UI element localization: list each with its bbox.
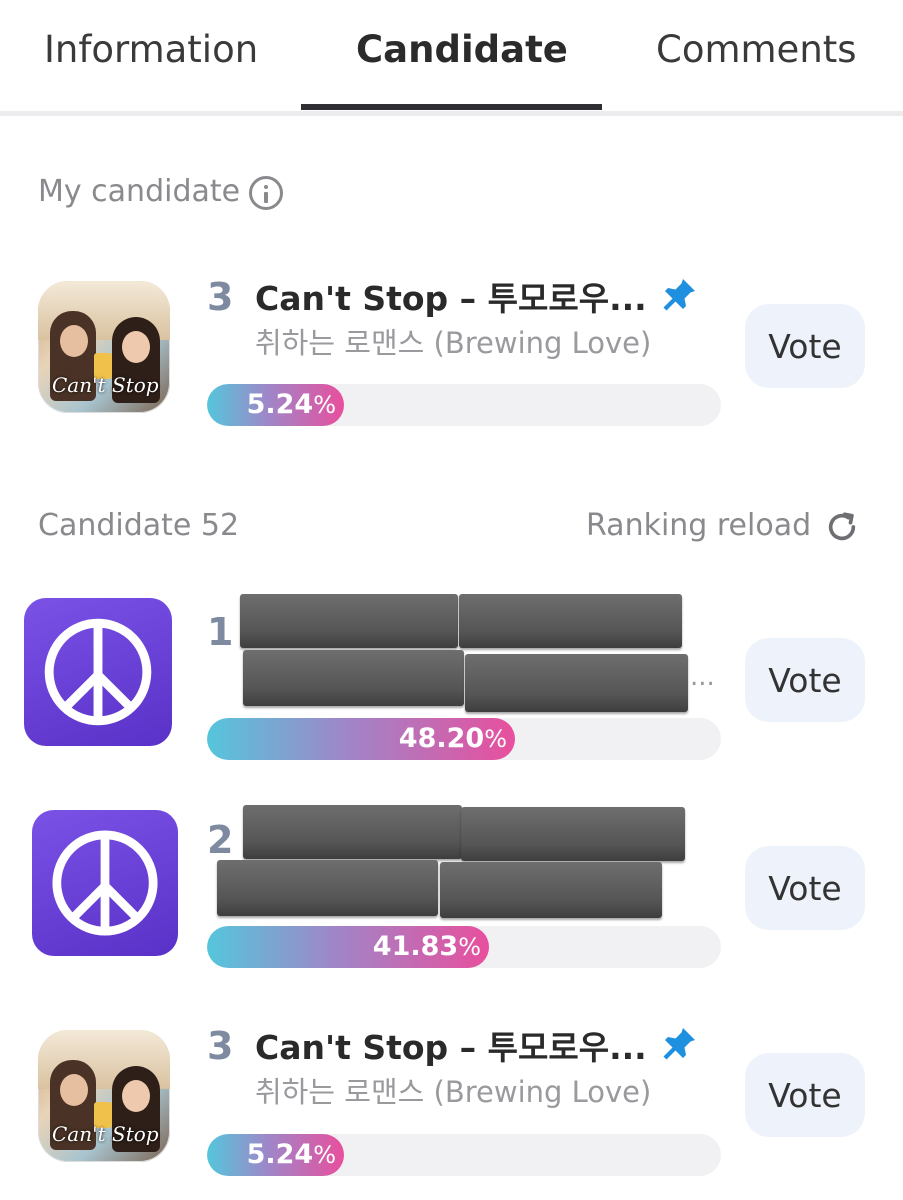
tab-information[interactable]: Information: [44, 28, 258, 71]
vote-percentage-bar: 48.20%: [207, 718, 721, 760]
tab-bar: Information Candidate Comments: [0, 0, 903, 116]
vote-percentage-bar: 5.24%: [207, 1134, 721, 1176]
pin-icon: [663, 1028, 695, 1060]
vote-percentage-bar: 5.24%: [207, 384, 721, 426]
candidate-rank: 3: [207, 275, 234, 319]
redacted-block: [217, 860, 438, 916]
album-cover-thumbnail: Can't Stop: [38, 281, 170, 413]
reload-icon[interactable]: [825, 510, 859, 544]
redacted-block: [465, 654, 688, 712]
tab-candidate[interactable]: Candidate: [356, 28, 568, 71]
candidate-rank: 3: [207, 1024, 234, 1068]
active-tab-indicator: [301, 104, 602, 110]
vote-percentage-fill: 48.20%: [207, 718, 515, 760]
redacted-block: [459, 594, 682, 648]
tab-comments[interactable]: Comments: [656, 28, 857, 71]
vote-percentage-fill: 41.83%: [207, 926, 489, 968]
candidate-title[interactable]: Can't Stop – 투모로우...: [255, 1021, 647, 1069]
redacted-block: [240, 594, 458, 648]
vote-percentage-label: 41.83%: [372, 931, 481, 962]
vote-button[interactable]: Vote: [745, 1053, 865, 1137]
candidate-rank: 2: [207, 818, 234, 862]
vote-button[interactable]: Vote: [745, 638, 865, 722]
peace-icon: [52, 830, 158, 936]
redacted-block: [243, 805, 462, 859]
candidate-title[interactable]: Can't Stop – 투모로우...: [255, 272, 647, 320]
vote-button[interactable]: Vote: [745, 304, 865, 388]
vote-percentage-fill: 5.24%: [207, 1134, 344, 1176]
my-candidate-label: My candidate: [38, 174, 241, 209]
peace-icon: [44, 618, 152, 726]
vote-percentage-label: 48.20%: [398, 723, 507, 754]
candidate-rank: 1: [207, 610, 234, 654]
redacted-block: [243, 650, 464, 706]
candidate-subtitle: 취하는 로맨스 (Brewing Love): [255, 326, 652, 360]
vote-percentage-fill: 5.24%: [207, 384, 344, 426]
vote-percentage-label: 5.24%: [246, 389, 336, 420]
album-logo-text: Can't Stop: [52, 1122, 159, 1146]
redacted-block: [461, 807, 685, 861]
info-icon[interactable]: [249, 176, 283, 210]
album-cover-thumbnail: Can't Stop: [38, 1030, 170, 1162]
peace-icon-thumbnail: [32, 810, 178, 956]
ranking-reload-button[interactable]: Ranking reload: [586, 508, 811, 543]
album-logo-text: Can't Stop: [52, 373, 159, 397]
vote-percentage-bar: 41.83%: [207, 926, 721, 968]
vote-percentage-label: 5.24%: [246, 1139, 336, 1170]
pin-icon: [663, 279, 695, 311]
redacted-block: [440, 862, 662, 918]
title-ellipsis: ...: [690, 662, 715, 692]
candidate-subtitle: 취하는 로맨스 (Brewing Love): [255, 1075, 652, 1109]
candidate-count-label: Candidate 52: [38, 508, 240, 543]
peace-icon-thumbnail: [24, 598, 172, 746]
vote-button[interactable]: Vote: [745, 846, 865, 930]
